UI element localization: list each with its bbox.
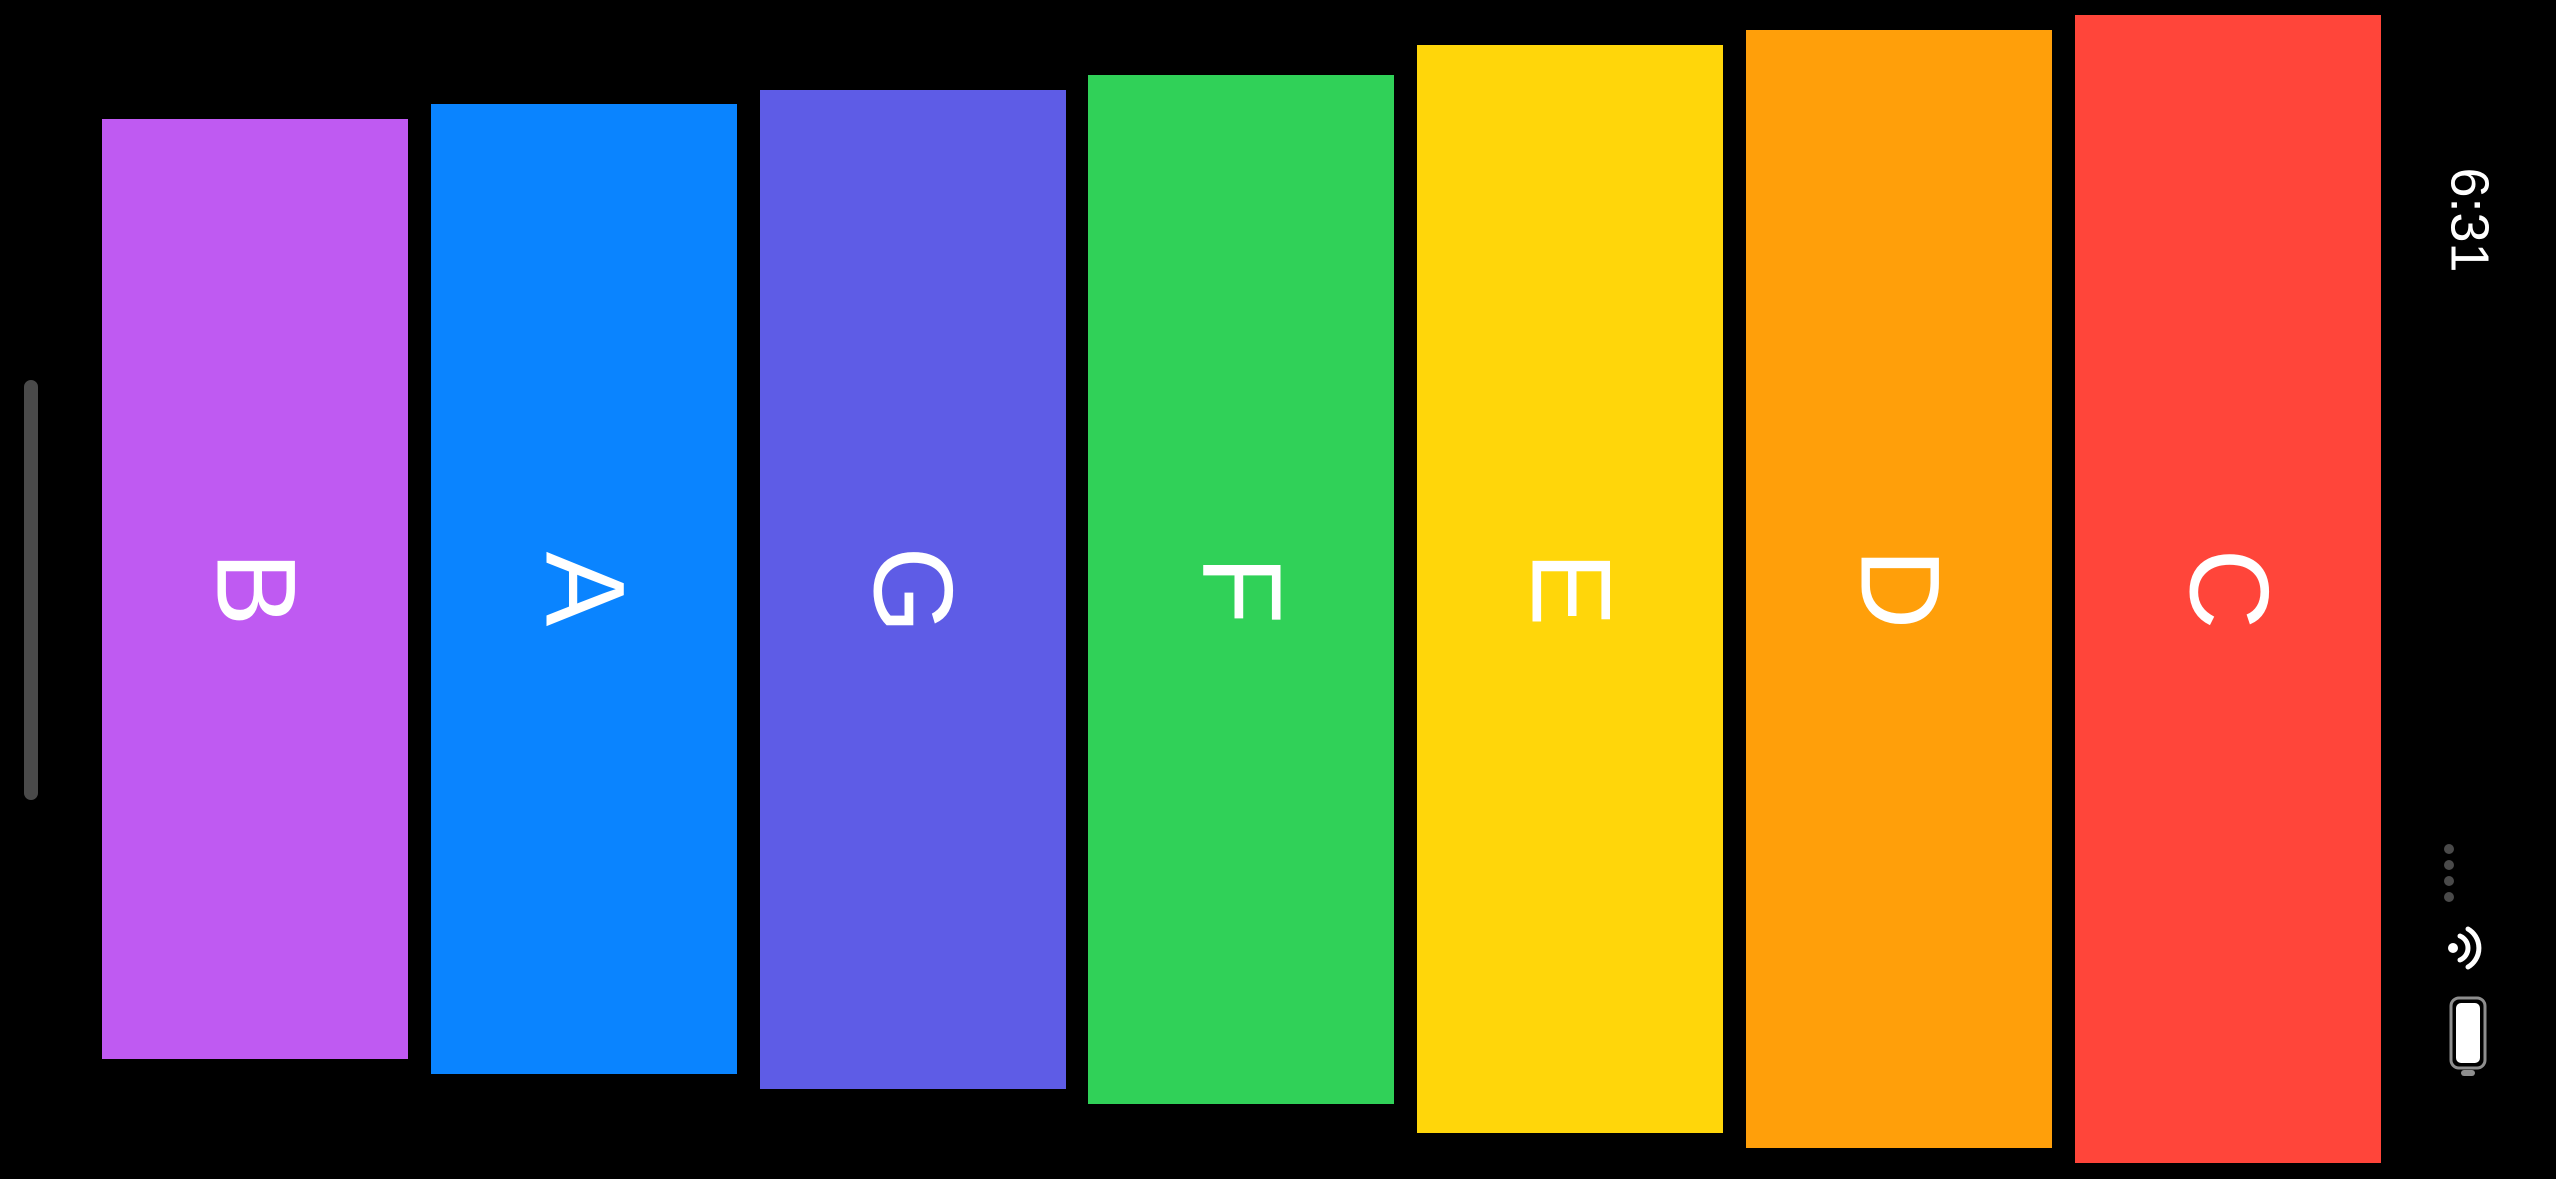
key-d-label: D [1836, 548, 1962, 630]
key-c-label: C [2165, 548, 2291, 630]
key-e-label: E [1507, 551, 1633, 627]
key-b[interactable]: B [102, 119, 408, 1059]
cellular-signal-icon [2444, 844, 2454, 902]
wifi-icon [2448, 926, 2482, 970]
key-d[interactable]: D [1746, 30, 2052, 1148]
battery-icon [2449, 996, 2487, 1076]
key-g-label: G [851, 545, 976, 634]
key-b-label: B [192, 551, 318, 627]
key-e[interactable]: E [1417, 45, 1723, 1133]
status-time: 6:31 [2400, 167, 2540, 272]
key-g[interactable]: G [760, 90, 1066, 1089]
key-f[interactable]: F [1088, 75, 1394, 1104]
key-c[interactable]: C [2075, 15, 2381, 1163]
home-indicator[interactable] [24, 380, 38, 800]
xylophone-screen: B A G F E D C 6:31 [0, 0, 2556, 1179]
status-time-text: 6:31 [2439, 167, 2500, 273]
key-f-label: F [1178, 555, 1304, 624]
key-a[interactable]: A [431, 104, 737, 1074]
key-a-label: A [521, 551, 647, 627]
